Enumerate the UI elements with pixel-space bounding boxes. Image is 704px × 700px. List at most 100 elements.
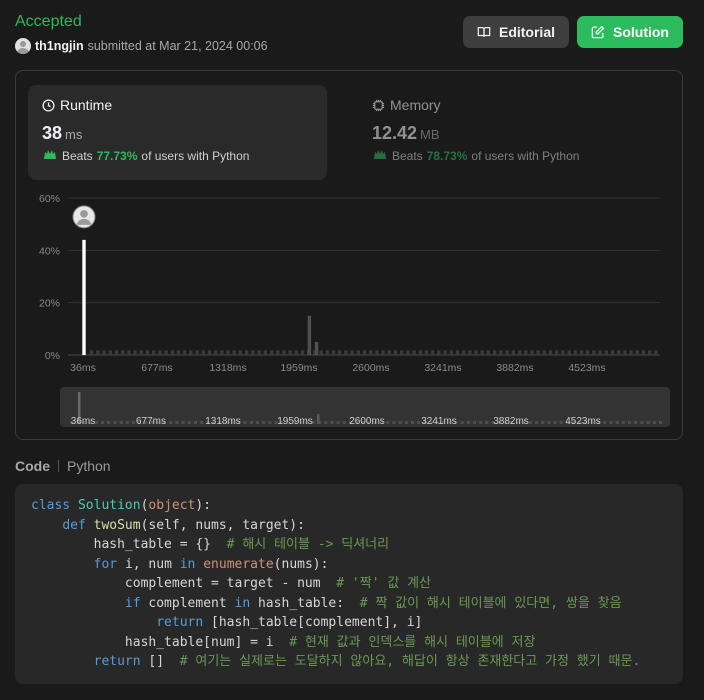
chart-bar	[139, 350, 143, 355]
chart-bar	[170, 350, 174, 355]
x-tick-label: 36ms	[70, 362, 96, 374]
chart-bar	[468, 350, 472, 355]
chart-bar	[183, 350, 187, 355]
chart-bar	[114, 350, 119, 355]
chart-bar	[486, 350, 491, 355]
chart-bar	[238, 350, 243, 355]
runtime-beats-prefix: Beats	[62, 148, 93, 163]
chart-bar	[610, 350, 615, 355]
minimap-bar	[256, 421, 259, 424]
editorial-button[interactable]: Editorial	[463, 16, 569, 48]
minimap-tick-label: 36ms	[71, 416, 95, 427]
code-token: # 짝 값이 해시 테이블에 있다면, 쌍을 찾음	[359, 595, 622, 611]
chart-bar	[145, 350, 150, 355]
code-line: class Solution(object):	[31, 496, 667, 516]
chart-bar	[288, 350, 292, 355]
chart-bar	[623, 350, 627, 355]
username-link[interactable]: th1ngjin	[35, 39, 84, 53]
chart-bar	[530, 350, 534, 355]
chart-bar	[412, 350, 416, 355]
chart-bar	[648, 350, 652, 355]
chart-bar	[257, 350, 261, 355]
chart-bar	[561, 350, 565, 355]
chart-bar	[443, 350, 447, 355]
chart-bar	[226, 350, 230, 355]
chart-bar	[164, 350, 168, 355]
minimap-bar	[392, 421, 396, 424]
runtime-value: 38	[42, 123, 63, 143]
user-avatar-icon[interactable]	[15, 38, 31, 54]
code-token: return	[93, 654, 149, 669]
minimap-bar	[528, 421, 532, 424]
minimap-bar	[628, 421, 631, 424]
chart-bar	[524, 350, 528, 355]
chart-bar	[505, 350, 509, 355]
minimap-bar	[181, 421, 185, 424]
chart-bar	[338, 350, 342, 355]
minimap-bar	[646, 421, 650, 424]
runtime-card[interactable]: Runtime 38 ms Beats 77.73% of users with …	[28, 85, 327, 180]
runtime-beats-pct: 77.73%	[96, 148, 138, 163]
chart-bar	[220, 350, 224, 355]
runtime-distribution-chart[interactable]: 60% 40% 20% 0% 36ms 677ms 1318ms 1959ms 2600ms 32…	[16, 191, 684, 381]
minimap-bar	[485, 421, 489, 424]
chart-bar	[375, 350, 379, 355]
code-token: object	[148, 498, 196, 513]
chart-bar	[548, 350, 553, 355]
minimap-bar	[336, 421, 340, 424]
solution-button[interactable]: Solution	[577, 16, 683, 48]
chart-range-slider[interactable]: 36ms 677ms 1318ms 1959ms 2600ms 3241ms 3882ms 4…	[60, 387, 670, 427]
chart-bar	[635, 350, 639, 355]
chart-bar	[362, 350, 367, 355]
minimap-bar	[535, 421, 538, 424]
memory-beats-prefix: Beats	[392, 148, 423, 163]
minimap-tick-label: 4523ms	[565, 416, 601, 427]
minimap-tick-label: 3241ms	[421, 416, 457, 427]
chart-bar	[158, 350, 162, 355]
minimap-tick-label: 3882ms	[493, 416, 529, 427]
minimap-bar	[615, 421, 619, 424]
minimap-bar	[194, 421, 197, 424]
code-tab[interactable]: Code	[15, 458, 50, 474]
code-token: (self, nums, target):	[140, 517, 305, 533]
minimap-bar	[249, 421, 253, 424]
user-marker-avatar-icon	[72, 205, 96, 229]
minimap-bar	[262, 421, 266, 424]
chart-bar	[517, 350, 522, 355]
minimap-bar	[603, 421, 607, 424]
chart-bar	[400, 350, 404, 355]
chart-bar	[121, 350, 125, 355]
chart-bar	[381, 350, 385, 355]
chart-bar	[393, 350, 398, 355]
code-line: if complement in hash_table: # 짝 값이 해시 테…	[31, 594, 667, 614]
chart-bar	[195, 350, 199, 355]
x-tick-label: 1959ms	[280, 362, 317, 374]
minimap-tick-label: 677ms	[136, 416, 166, 427]
x-tick-label: 3241ms	[424, 362, 461, 374]
chart-bar	[350, 350, 354, 355]
y-tick-label: 40%	[39, 245, 60, 257]
x-tick-label: 4523ms	[568, 362, 605, 374]
chart-bar	[214, 350, 218, 355]
chart-bar	[269, 350, 274, 355]
minimap-tick-label: 1959ms	[277, 416, 313, 427]
minimap-bar	[175, 421, 179, 424]
code-line: for i, num in enumerate(nums):	[31, 555, 667, 575]
submission-header: Accepted th1ngjin submitted at Mar 21, 2…	[15, 12, 684, 56]
chip-icon	[372, 99, 385, 111]
x-tick-label: 3882ms	[496, 362, 533, 374]
chart-bar	[232, 350, 236, 355]
minimap-bar	[107, 421, 111, 424]
minimap-bar	[317, 414, 320, 424]
minimap-bar	[268, 421, 272, 424]
code-token: class	[31, 498, 78, 513]
clock-icon	[42, 98, 55, 112]
x-tick-label: 2600ms	[352, 362, 389, 374]
code-block[interactable]: class Solution(object): def twoSum(self,…	[15, 484, 683, 684]
highlighted-bar	[82, 239, 86, 355]
memory-card[interactable]: Memory 12.42 MB Beats 78.73% of users wit…	[358, 85, 657, 180]
minimap-bar	[330, 421, 334, 424]
code-line: return [] # 여기는 실제로는 도달하지 않아요, 해답이 항상 존재…	[31, 652, 667, 672]
solution-label: Solution	[613, 24, 669, 40]
